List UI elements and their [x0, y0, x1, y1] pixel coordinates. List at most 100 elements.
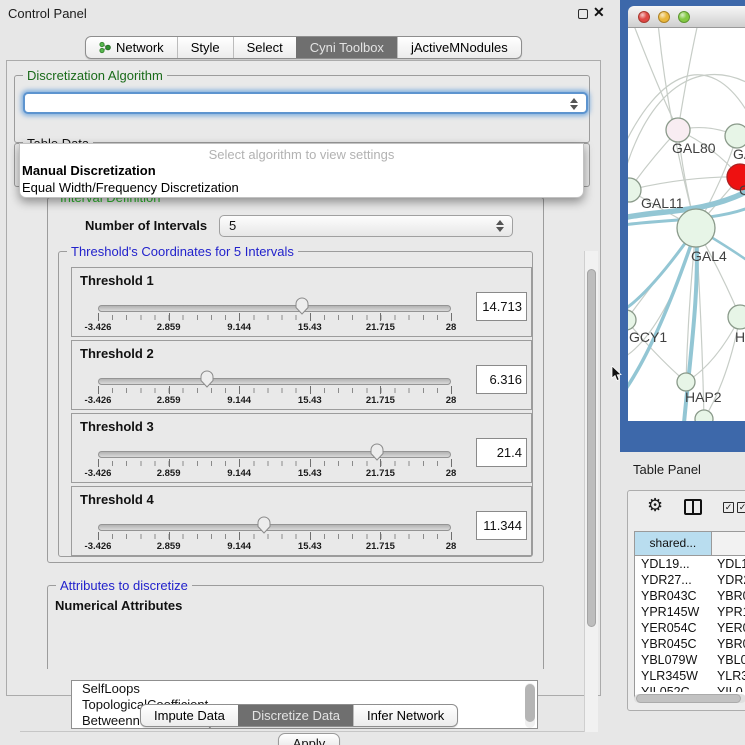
group-title: Threshold's Coordinates for 5 Intervals: [67, 244, 298, 259]
network-view-window: GAL80 GA C GAL11 GAL4 GCY1 H HAP2: [620, 0, 745, 452]
node-label-gal11: GAL11: [641, 195, 684, 211]
threshold-value-field[interactable]: 11.344: [476, 511, 527, 540]
group-title: Discretization Algorithm: [23, 68, 167, 83]
slider-track[interactable]: [98, 524, 451, 531]
group-title: Attributes to discretize: [56, 578, 192, 593]
slider-thumb[interactable]: [256, 515, 271, 534]
table-row[interactable]: YIL052CYIL0: [635, 684, 745, 692]
attributes-group: Attributes to discretize Numerical Attri…: [47, 585, 544, 669]
threshold-1-panel: Threshold 1 -3.4262.8599.14415.4321.7152…: [71, 267, 532, 337]
slider-thumb[interactable]: [294, 296, 309, 315]
table-row[interactable]: YLR345WYLR3: [635, 668, 745, 684]
zoom-traffic-light-icon[interactable]: [678, 11, 690, 23]
tab-select[interactable]: Select: [233, 37, 296, 58]
slider-ticks: [98, 461, 452, 466]
cyni-bottom-tabs: Impute Data Discretize Data Infer Networ…: [140, 704, 458, 727]
table-row[interactable]: YBR045CYBR0: [635, 636, 745, 652]
divider: [20, 731, 596, 732]
minimize-traffic-light-icon[interactable]: [658, 11, 670, 23]
network-window-titlebar[interactable]: [628, 6, 745, 28]
table-row[interactable]: YDR27...YDR2: [635, 572, 745, 588]
table-row[interactable]: YBL079WYBL0: [635, 652, 745, 668]
columns-icon[interactable]: [684, 499, 702, 515]
tab-impute-data[interactable]: Impute Data: [141, 705, 238, 726]
gear-icon[interactable]: ⚙: [647, 496, 663, 514]
node-label-hap2: HAP2: [685, 389, 722, 405]
slider-track[interactable]: [98, 378, 451, 385]
table-row[interactable]: YPR145WYPR1: [635, 604, 745, 620]
screen: Control Panel ✕ Network Style Select Cyn…: [0, 0, 745, 745]
tab-infer-network[interactable]: Infer Network: [353, 705, 457, 726]
close-icon[interactable]: ✕: [593, 4, 605, 21]
checkbox-icon[interactable]: ✓: [723, 502, 734, 513]
slider-scale: -3.4262.8599.14415.4321.71528: [98, 468, 451, 480]
mouse-cursor: [611, 366, 623, 382]
list-item[interactable]: SelfLoops: [72, 681, 537, 697]
slider-scale: -3.4262.8599.14415.4321.71528: [98, 322, 451, 334]
node-label-partial: H: [735, 329, 745, 345]
table-panel: ⚙ ✓ ✓ shared... n YDL19...YDL1 YDR27...Y…: [627, 490, 745, 711]
node-gcy1[interactable]: [628, 310, 636, 330]
settings-scrollbar[interactable]: [584, 251, 598, 732]
threshold-3-panel: Threshold 3 -3.4262.8599.14415.4321.7152…: [71, 413, 532, 483]
number-of-intervals-spinner[interactable]: 5: [219, 215, 513, 237]
table-rows: YDL19...YDL1 YDR27...YDR2 YBR043CYBR0 YP…: [635, 556, 745, 692]
threshold-value-field[interactable]: 14.713: [476, 292, 527, 321]
column-header-shared[interactable]: shared...: [635, 532, 712, 555]
network-canvas[interactable]: GAL80 GA C GAL11 GAL4 GCY1 H HAP2: [628, 28, 745, 421]
algorithm-combobox[interactable]: [23, 92, 588, 114]
node-table: shared... n YDL19...YDL1 YDR27...YDR2 YB…: [634, 531, 745, 698]
slider-thumb[interactable]: [369, 442, 384, 461]
slider-ticks: [98, 534, 452, 539]
node-bottom[interactable]: [695, 410, 713, 421]
dropdown-option-equal-width[interactable]: Equal Width/Frequency Discretization: [20, 179, 583, 196]
tab-cyni-toolbox[interactable]: Cyni Toolbox: [296, 37, 397, 58]
spinner-arrows-icon: [496, 220, 504, 232]
dropdown-prompt: Select algorithm to view settings: [20, 144, 583, 162]
slider-thumb[interactable]: [200, 369, 215, 388]
cyni-toolbox-panel: Discretization Algorithm Table Data galF…: [6, 60, 601, 696]
close-traffic-light-icon[interactable]: [638, 11, 650, 23]
threshold-2-panel: Threshold 2 -3.4262.8599.14415.4321.7152…: [71, 340, 532, 410]
table-header: shared... n: [635, 532, 745, 556]
table-panel-titlebar: Table Panel: [620, 456, 745, 484]
tab-network[interactable]: Network: [86, 37, 177, 58]
threshold-value-field[interactable]: 21.4: [476, 438, 527, 467]
network-graph: GAL80 GA C GAL11 GAL4 GCY1 H HAP2: [628, 28, 745, 421]
panel-title: Control Panel: [8, 6, 87, 21]
tab-label: Network: [116, 37, 164, 59]
node-label-gal80: GAL80: [672, 140, 716, 156]
combo-arrows-icon: [570, 98, 578, 110]
discretization-algorithm-group: Discretization Algorithm: [14, 75, 590, 143]
table-horizontal-scrollbar[interactable]: [634, 694, 745, 703]
list-scrollbar[interactable]: [525, 683, 535, 728]
intervals-count-value: 5: [229, 218, 236, 233]
node-right[interactable]: [728, 305, 745, 329]
node-label-partial: GA: [733, 146, 745, 162]
node-gal80[interactable]: [666, 118, 690, 142]
network-icon: [99, 41, 111, 54]
slider-ticks: [98, 315, 452, 320]
number-of-intervals-label: Number of Intervals: [85, 218, 207, 233]
slider-track[interactable]: [98, 451, 451, 458]
table-row[interactable]: YBR043CYBR0: [635, 588, 745, 604]
dropdown-option-manual[interactable]: Manual Discretization: [20, 162, 583, 179]
table-row[interactable]: YDL19...YDL1: [635, 556, 745, 572]
tab-jactivemnodules[interactable]: jActiveMNodules: [397, 37, 521, 58]
float-window-icon[interactable]: [578, 9, 588, 19]
column-header-name[interactable]: n: [712, 532, 745, 555]
threshold-value-field[interactable]: 6.316: [476, 365, 527, 394]
node-gal4[interactable]: [677, 209, 715, 247]
slider-scale: -3.4262.8599.14415.4321.71528: [98, 541, 451, 553]
table-row[interactable]: YER054CYER0: [635, 620, 745, 636]
node-label-gal4: GAL4: [691, 248, 727, 264]
node-top-right[interactable]: [725, 124, 745, 148]
threshold-4-panel: Threshold 4 -3.4262.8599.14415.4321.7152…: [71, 486, 532, 556]
apply-button[interactable]: Apply: [278, 733, 340, 745]
slider-track[interactable]: [98, 305, 451, 312]
tab-style[interactable]: Style: [177, 37, 233, 58]
tab-discretize-data[interactable]: Discretize Data: [238, 705, 353, 726]
checkbox-icon[interactable]: ✓: [737, 502, 745, 513]
node-gal11[interactable]: [628, 178, 641, 202]
table-panel-title: Table Panel: [633, 462, 701, 477]
